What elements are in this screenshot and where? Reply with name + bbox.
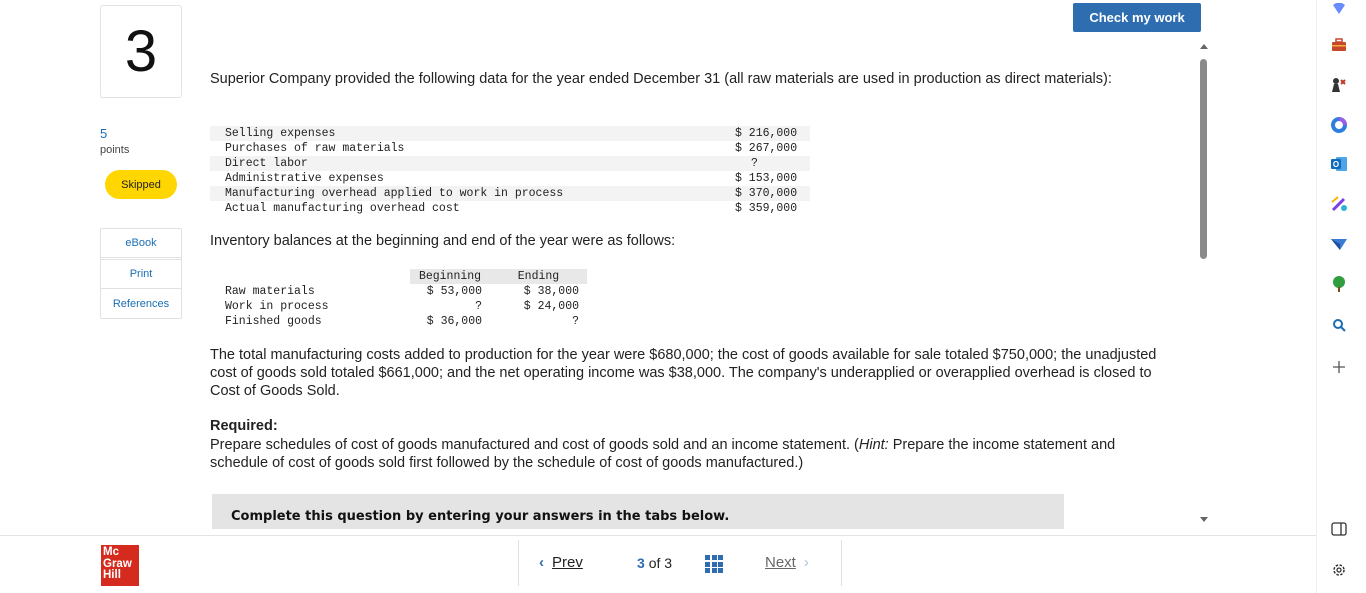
search-icon[interactable] <box>1330 316 1348 334</box>
beginning-value: ? <box>475 300 482 313</box>
copilot-icon[interactable] <box>1330 116 1348 134</box>
chevron-left-icon: ‹ <box>539 554 544 571</box>
outlook-icon[interactable]: O <box>1330 155 1348 173</box>
row-value: $ 216,000 <box>735 126 810 141</box>
cost-data-table: Selling expenses $ 216,000 Purchases of … <box>210 126 810 216</box>
points-value: 5 <box>100 126 108 141</box>
header-beginning: Beginning <box>410 269 490 284</box>
table-row: Direct labor ? <box>210 156 810 171</box>
table-row: Administrative expenses $ 153,000 <box>210 171 810 186</box>
instruction-text: Complete this question by entering your … <box>231 509 730 524</box>
row-label: Actual manufacturing overhead cost <box>225 202 460 215</box>
ebook-link[interactable]: eBook <box>101 229 181 258</box>
ending-value: $ 38,000 <box>523 285 579 298</box>
chevron-right-icon: › <box>803 554 809 571</box>
instruction-bar: Complete this question by entering your … <box>212 494 1064 529</box>
row-label: Administrative expenses <box>225 172 384 185</box>
briefcase-icon[interactable] <box>1330 36 1348 54</box>
check-my-work-button[interactable]: Check my work <box>1073 3 1201 32</box>
split-view-icon[interactable] <box>1330 520 1348 538</box>
row-value: $ 153,000 <box>735 172 798 185</box>
inventory-intro: Inventory balances at the beginning and … <box>210 233 676 249</box>
row-label: Finished goods <box>225 315 322 328</box>
designer-icon[interactable] <box>1330 195 1348 213</box>
required-hint: Hint: <box>858 437 889 453</box>
row-value: $ 370,000 <box>735 186 810 201</box>
required-title: Required: <box>210 418 278 434</box>
row-label: Manufacturing overhead applied to work i… <box>210 186 735 201</box>
header-spacer <box>210 269 410 284</box>
current-page: 3 <box>637 555 645 571</box>
question-number: 3 <box>124 19 158 84</box>
mcgraw-hill-logo: Mc Graw Hill <box>101 545 139 586</box>
table-header-row: Beginning Ending <box>210 269 587 284</box>
beginning-value: $ 36,000 <box>426 315 482 328</box>
header-ending: Ending <box>490 269 587 284</box>
plus-icon[interactable] <box>1330 358 1348 376</box>
svg-text:O: O <box>1333 160 1339 169</box>
row-label: Raw materials <box>225 285 315 298</box>
send-icon[interactable] <box>1330 235 1348 253</box>
inventory-table: Beginning Ending Raw materials $ 53,000 … <box>210 269 587 329</box>
next-label: Next <box>765 554 796 571</box>
print-link[interactable]: Print <box>101 260 181 289</box>
table-row: Actual manufacturing overhead cost $ 359… <box>210 201 810 216</box>
beginning-value: $ 53,000 <box>426 285 482 298</box>
logo-line: Mc <box>103 546 119 558</box>
chess-icon[interactable] <box>1330 76 1348 94</box>
table-row: Raw materials $ 53,000 $ 38,000 <box>210 284 587 299</box>
ending-value: $ 24,000 <box>523 300 579 313</box>
prev-button[interactable]: ‹ Prev <box>539 554 583 571</box>
row-value: ? <box>735 156 810 171</box>
next-button[interactable]: Next › <box>765 554 809 571</box>
table-row: Manufacturing overhead applied to work i… <box>210 186 810 201</box>
scrollbar-thumb[interactable] <box>1200 59 1207 259</box>
references-link[interactable]: References <box>101 289 181 318</box>
row-label: Work in process <box>225 300 329 313</box>
logo-line: Hill <box>103 569 121 581</box>
row-label: Selling expenses <box>210 126 735 141</box>
question-grid-icon[interactable] <box>705 555 723 573</box>
page-indicator: 3 of 3 <box>637 555 672 571</box>
scroll-up-arrow-icon[interactable] <box>1200 44 1208 49</box>
settings-icon[interactable] <box>1330 561 1348 579</box>
row-value: $ 267,000 <box>735 142 798 155</box>
table-row: Purchases of raw materials $ 267,000 <box>210 141 810 156</box>
required-text-part: Prepare schedules of cost of goods manuf… <box>210 437 859 453</box>
table-row: Selling expenses $ 216,000 <box>210 126 810 141</box>
page-total: of 3 <box>648 555 673 571</box>
row-label: Purchases of raw materials <box>225 142 405 155</box>
tree-icon[interactable] <box>1330 275 1348 293</box>
question-details: The total manufacturing costs added to p… <box>210 347 1157 399</box>
question-number-box: 3 <box>100 5 182 98</box>
scroll-down-arrow-icon[interactable] <box>1200 517 1208 522</box>
diamond-icon[interactable] <box>1330 0 1348 18</box>
question-intro: Superior Company provided the following … <box>210 71 1112 87</box>
resource-links: eBook Print References <box>100 228 182 319</box>
row-value: $ 359,000 <box>735 202 798 215</box>
table-row: Finished goods $ 36,000 ? <box>210 314 587 329</box>
table-row: Work in process ? $ 24,000 <box>210 299 587 314</box>
prev-label: Prev <box>552 554 583 571</box>
required-text: Prepare schedules of cost of goods manuf… <box>210 436 1170 472</box>
question-panel: 3 5 points Skipped eBook Print Reference… <box>0 0 1216 535</box>
ending-value: ? <box>572 315 579 328</box>
row-label: Direct labor <box>210 156 735 171</box>
question-navigation: ‹ Prev 3 of 3 Next › <box>518 540 842 586</box>
points-label: points <box>100 144 130 156</box>
status-badge: Skipped <box>105 170 177 199</box>
